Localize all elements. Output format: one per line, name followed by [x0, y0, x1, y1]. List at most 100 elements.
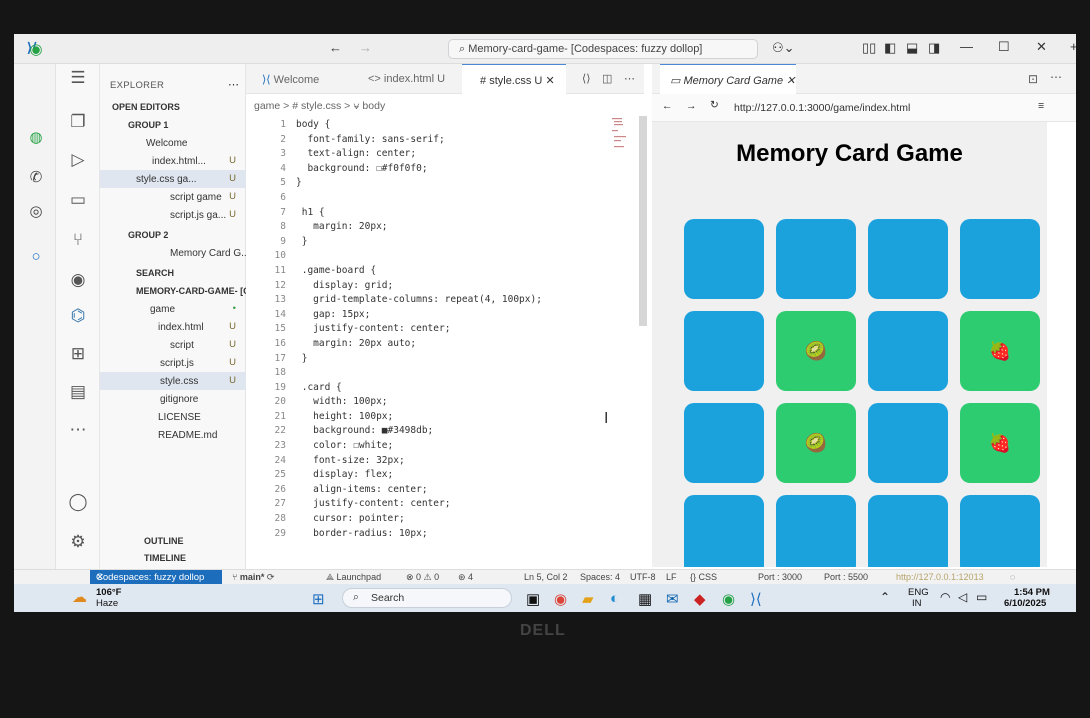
code-line[interactable]: justify-content: center;	[296, 322, 626, 337]
memory-card[interactable]	[868, 219, 948, 299]
open-editor-item[interactable]: Memory Card G...	[100, 244, 246, 262]
open-editor-item[interactable]: script.js ga... U	[100, 206, 246, 224]
memory-card[interactable]	[776, 495, 856, 567]
code-line[interactable]: text-align: center;	[296, 147, 626, 162]
whatsapp-icon[interactable]: ◉	[26, 40, 46, 58]
memory-card[interactable]	[684, 495, 764, 567]
open-editor-item[interactable]: script game U	[100, 188, 246, 206]
mcafee-icon[interactable]: ◆	[694, 590, 706, 608]
memory-card[interactable]	[684, 219, 764, 299]
account-icon[interactable]: ◯	[68, 492, 88, 512]
code-line[interactable]: height: 100px;	[296, 410, 626, 425]
preview-back-icon[interactable]: ←	[662, 100, 673, 112]
problems-indicator[interactable]: ⊗ 0 ⚠ 0	[406, 572, 439, 583]
source-control-icon[interactable]: ⑂	[68, 230, 88, 250]
memory-card[interactable]	[960, 495, 1040, 567]
notification-icon[interactable]: ◍	[26, 128, 46, 146]
search-section-header[interactable]: SEARCH	[100, 264, 246, 282]
code-line[interactable]: .game-board {	[296, 264, 626, 279]
outline-header[interactable]: OUTLINE	[100, 532, 246, 550]
remote-explorer-icon[interactable]: ▭	[68, 190, 88, 210]
memory-card[interactable]	[684, 403, 764, 483]
file-explorer-icon[interactable]: ▰	[582, 590, 594, 608]
code-line[interactable]: display: grid;	[296, 279, 626, 294]
code-line[interactable]: gap: 15px;	[296, 308, 626, 323]
outlook-icon[interactable]: ✉	[666, 590, 679, 608]
folder-icon[interactable]: ▤	[68, 382, 88, 402]
more-icon[interactable]: ⋯	[68, 420, 88, 440]
task-view-icon[interactable]: ▣	[526, 590, 540, 608]
bell-icon[interactable]: ◌	[1010, 572, 1015, 582]
code-line[interactable]: }	[296, 235, 626, 250]
launchpad[interactable]: ⟁ Launchpad	[326, 572, 381, 583]
windows-start-icon[interactable]: ⊞	[312, 590, 325, 608]
more-actions-icon[interactable]: ⋯	[624, 72, 635, 85]
back-arrow-icon[interactable]: ←	[329, 40, 342, 55]
code-line[interactable]: }	[296, 352, 626, 367]
memory-card[interactable]	[868, 311, 948, 391]
tab-preview[interactable]: ▭ Memory Card Game ✕	[660, 64, 796, 94]
port-3000[interactable]: Port : 3000	[758, 572, 802, 582]
code-line[interactable]: font-size: 32px;	[296, 454, 626, 469]
code-line[interactable]: margin: 20px;	[296, 220, 626, 235]
timeline-header[interactable]: TIMELINE	[100, 549, 246, 567]
language-mode[interactable]: {} CSS	[690, 572, 717, 582]
open-editor-item[interactable]: style.css ga... U	[100, 170, 246, 188]
open-editor-item[interactable]: Welcome	[100, 134, 246, 152]
copilot-icon[interactable]: ⚇⌄	[772, 40, 795, 56]
code-line[interactable]: h1 {	[296, 206, 626, 221]
code-line[interactable]: width: 100px;	[296, 395, 626, 410]
minimap[interactable]	[612, 116, 626, 156]
toggle-panel-icon[interactable]: ⬓	[906, 40, 918, 56]
settings-gear-icon[interactable]: ⚙	[68, 532, 88, 552]
memory-card[interactable]	[684, 311, 764, 391]
breadcrumb[interactable]: game > # style.css > ⍱ body	[254, 100, 385, 113]
tree-item[interactable]: game •	[100, 300, 246, 318]
code-line[interactable]: body {	[296, 118, 626, 133]
menu-icon[interactable]: ☰	[68, 68, 88, 88]
code-editor[interactable]: body { font-family: sans-serif; text-ali…	[296, 118, 626, 558]
add-icon[interactable]: +	[1070, 39, 1076, 54]
memory-card[interactable]	[776, 219, 856, 299]
tree-item[interactable]: LICENSE	[100, 408, 246, 426]
split-editor-icon[interactable]: ◫	[602, 72, 612, 85]
code-line[interactable]	[296, 191, 626, 206]
code-line[interactable]: }	[296, 176, 626, 191]
close-tab-icon[interactable]: ✕	[545, 75, 554, 87]
show-hidden-icons[interactable]: ⌃	[880, 590, 890, 604]
code-line[interactable]	[296, 249, 626, 264]
chrome-icon[interactable]: ◉	[554, 590, 567, 608]
tree-item[interactable]: script U	[100, 336, 246, 354]
tab-index-html[interactable]: <> index.html U	[354, 64, 454, 94]
preview-url[interactable]: http://127.0.0.1:3000/game/index.html	[734, 102, 910, 114]
toggle-secondary-sidebar-icon[interactable]: ◨	[928, 40, 940, 56]
run-debug-icon[interactable]: ▷	[68, 150, 88, 170]
code-line[interactable]: border-radius: 10px;	[296, 527, 626, 542]
remote-indicator[interactable]: ✕ Codespaces: fuzzy dollop	[90, 570, 222, 585]
memory-card[interactable]: 🥝	[776, 311, 856, 391]
memory-card[interactable]	[868, 403, 948, 483]
minimize-icon[interactable]: —	[960, 39, 973, 54]
indentation[interactable]: Spaces: 4	[580, 572, 620, 582]
ports-indicator[interactable]: ⊛ 4	[458, 572, 473, 583]
edge-icon[interactable]: ◐	[610, 590, 619, 607]
weather-desc[interactable]: Haze	[96, 598, 118, 609]
memory-card[interactable]: 🥝	[776, 403, 856, 483]
maximize-icon[interactable]: ☐	[998, 39, 1010, 55]
preview-forward-icon[interactable]: →	[686, 100, 697, 112]
memory-card[interactable]: 🍓	[960, 403, 1040, 483]
tab-welcome[interactable]: ⟩⟨ Welcome	[252, 64, 348, 94]
code-line[interactable]: align-items: center;	[296, 483, 626, 498]
wifi-icon[interactable]: ◠	[940, 590, 950, 604]
tree-item[interactable]: index.html U	[100, 318, 246, 336]
close-icon[interactable]: ✕	[1036, 39, 1047, 55]
customize-layout-icon[interactable]: ▯▯	[862, 40, 876, 56]
clock-date[interactable]: 6/10/2025	[1004, 598, 1046, 609]
whatsapp-taskbar-icon[interactable]: ◉	[722, 590, 735, 608]
tree-item[interactable]: README.md	[100, 426, 246, 444]
code-line[interactable]: background: ■#3498db;	[296, 424, 626, 439]
code-line[interactable]: justify-content: center;	[296, 497, 626, 512]
preview-menu-icon[interactable]: ≡	[1038, 100, 1044, 112]
phone-icon[interactable]: ✆	[26, 168, 46, 186]
code-line[interactable]: margin: 20px auto;	[296, 337, 626, 352]
